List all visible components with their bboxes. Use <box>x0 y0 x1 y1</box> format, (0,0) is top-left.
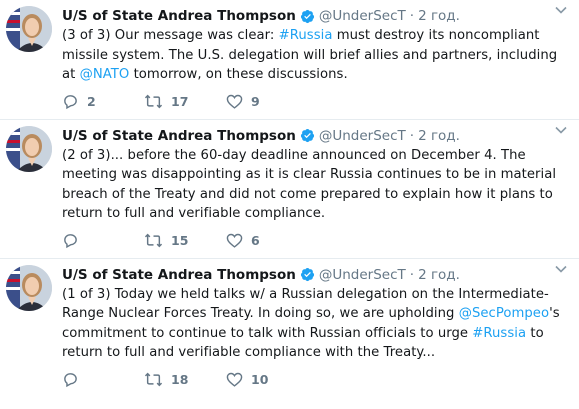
avatar[interactable] <box>6 6 52 52</box>
like-button[interactable]: 10 <box>226 371 308 388</box>
retweet-button[interactable]: 15 <box>144 232 226 249</box>
author-name[interactable]: U/S of State Andrea Thompson <box>62 267 296 283</box>
like-icon <box>226 94 243 109</box>
tweet-timeline: U/S of State Andrea Thompson @UnderSecT … <box>0 0 579 409</box>
verified-badge-icon <box>300 9 315 24</box>
author-handle[interactable]: @UnderSecT <box>319 8 406 24</box>
retweet-count: 15 <box>171 233 189 248</box>
tweet-text-segment: (2 of 3)... before the 60-day deadline a… <box>62 147 557 222</box>
author-handle[interactable]: @UnderSecT <box>319 267 406 283</box>
tweet-text: (2 of 3)... before the 60-day deadline a… <box>62 146 569 224</box>
chevron-down-icon[interactable] <box>555 6 567 14</box>
avatar-photo <box>6 6 52 52</box>
reply-button[interactable]: 2 <box>62 93 144 110</box>
retweet-icon <box>144 233 163 248</box>
tweet[interactable]: U/S of State Andrea Thompson @UnderSecT … <box>0 259 579 397</box>
tweet-link[interactable]: @NATO <box>80 67 130 82</box>
tweet-link[interactable]: #Russia <box>279 28 333 43</box>
retweet-icon <box>144 372 163 387</box>
tweet-actions: 2 17 9 <box>62 85 569 119</box>
tweet-header: U/S of State Andrea Thompson @UnderSecT … <box>62 6 569 26</box>
tweet-actions: 18 10 <box>62 363 569 397</box>
tweet-header: U/S of State Andrea Thompson @UnderSecT … <box>62 265 569 285</box>
like-icon <box>226 372 243 387</box>
retweet-icon <box>144 94 163 109</box>
tweet-link[interactable]: @SecPompeo <box>459 306 549 321</box>
reply-icon <box>64 234 77 249</box>
avatar[interactable] <box>6 264 52 311</box>
reply-button[interactable] <box>62 232 144 249</box>
verified-badge-icon <box>300 267 315 282</box>
timestamp[interactable]: 2 год. <box>418 8 460 24</box>
timestamp[interactable]: 2 год. <box>418 128 460 144</box>
timestamp[interactable]: 2 год. <box>418 267 460 283</box>
like-icon <box>226 233 243 248</box>
retweet-count: 18 <box>171 372 189 387</box>
retweet-button[interactable]: 18 <box>144 371 226 388</box>
chevron-down-icon[interactable] <box>555 265 567 273</box>
tweet-text-segment: tomorrow, on these discussions. <box>129 67 348 82</box>
tweet-header: U/S of State Andrea Thompson @UnderSecT … <box>62 126 569 146</box>
separator-dot: · <box>409 127 415 144</box>
avatar-photo <box>6 264 52 311</box>
author-handle[interactable]: @UnderSecT <box>319 128 406 144</box>
reply-icon <box>64 373 77 388</box>
avatar-photo <box>6 125 52 172</box>
author-name[interactable]: U/S of State Andrea Thompson <box>62 8 296 24</box>
chevron-down-icon[interactable] <box>555 126 567 134</box>
retweet-button[interactable]: 17 <box>144 93 226 110</box>
tweet-text-segment: (3 of 3) Our message was clear: <box>62 28 279 43</box>
separator-dot: · <box>409 8 415 24</box>
like-count: 6 <box>251 233 260 248</box>
like-button[interactable]: 6 <box>226 232 308 249</box>
like-count: 10 <box>251 372 269 387</box>
tweet-text: (1 of 3) Today we held talks w/ a Russia… <box>62 285 569 363</box>
avatar[interactable] <box>6 125 52 172</box>
like-button[interactable]: 9 <box>226 93 308 110</box>
like-count: 9 <box>251 94 260 109</box>
tweet-text: (3 of 3) Our message was clear: #Russia … <box>62 26 569 85</box>
retweet-count: 17 <box>171 94 189 109</box>
reply-count: 2 <box>87 94 96 109</box>
tweet-actions: 15 6 <box>62 224 569 258</box>
reply-button[interactable] <box>62 371 144 388</box>
tweet[interactable]: U/S of State Andrea Thompson @UnderSecT … <box>0 0 579 120</box>
author-name[interactable]: U/S of State Andrea Thompson <box>62 128 296 144</box>
reply-icon <box>64 95 77 110</box>
separator-dot: · <box>409 266 415 283</box>
verified-badge-icon <box>300 128 315 143</box>
tweet[interactable]: U/S of State Andrea Thompson @UnderSecT … <box>0 120 579 259</box>
tweet-link[interactable]: #Russia <box>472 326 526 341</box>
